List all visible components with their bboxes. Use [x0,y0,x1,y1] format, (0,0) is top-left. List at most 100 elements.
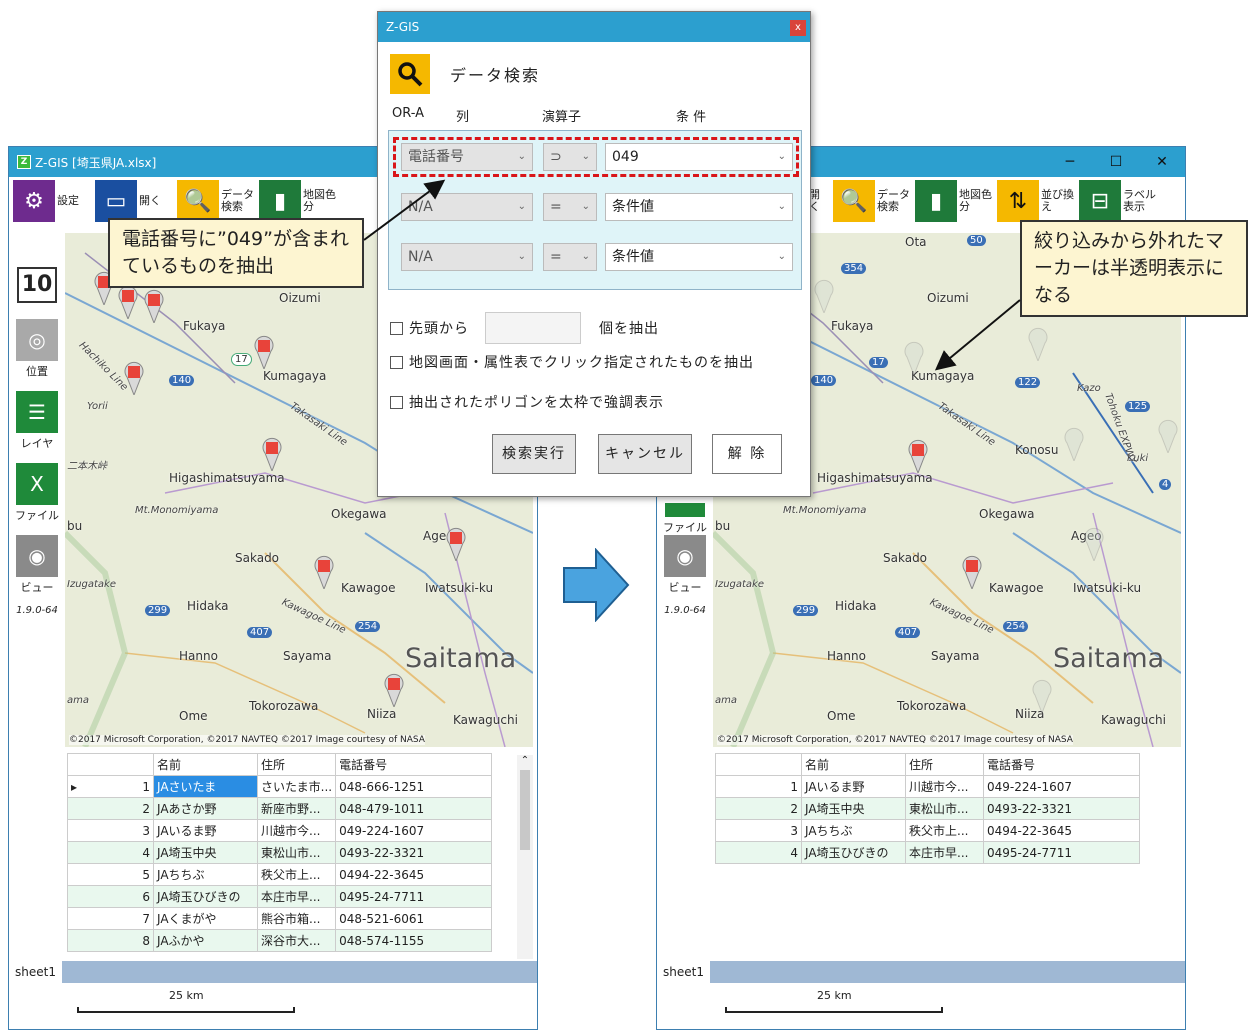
toolbar-open-button[interactable]: ▭ 開く [95,179,173,223]
table-row[interactable]: 2 JAあさか野 新座市野... 048-479-1011 [67,797,493,820]
condition3-operator-select[interactable]: = ⌄ [543,243,597,271]
map-marker[interactable] [253,335,275,369]
table-row[interactable]: 7 JAくまがや 熊谷市箱... 048-521-6061 [67,907,493,930]
map-marker-faded[interactable] [1063,427,1085,461]
condition1-value-input[interactable]: 049 ⌄ [605,143,793,171]
sidebar-item-file[interactable]: ファイル [663,503,707,535]
map-marker[interactable] [123,361,145,395]
map-marker[interactable] [961,555,983,589]
map-label: Konosu [1015,443,1059,457]
map-marker-faded[interactable] [813,279,835,313]
dialog-close-button[interactable]: x [790,20,806,36]
toolbar-label: データ検索 [877,188,910,213]
bold-frame-checkbox[interactable] [390,395,403,409]
condition3-value-input[interactable]: 条件値 ⌄ [605,243,793,271]
map-label: Higashimatsuyama [817,471,933,485]
from-top-count-input[interactable] [485,312,581,344]
click-select-checkbox[interactable] [390,355,403,369]
toolbar-settings-button[interactable]: ⚙ 設定 [13,179,91,223]
condition1-operator-select[interactable]: ⊃ ⌄ [543,143,597,171]
map-marker-faded[interactable] [1027,327,1049,361]
toolbar-color-button[interactable]: ▮ 地図色分 [259,179,337,223]
sidebar-label: ファイル [663,521,707,534]
table-corner [715,753,802,776]
road-shield: 140 [169,375,195,386]
zoom-level[interactable]: 10 [15,267,59,303]
map-label: 二本木峠 [67,461,107,472]
map-marker[interactable] [445,527,467,561]
map-label: Mt.Monomiyama [783,505,867,516]
bold-frame-option[interactable]: 抽出されたポリゴンを太枠で強調表示 [390,392,664,412]
table-row[interactable]: 5 JAちちぶ 秩父市上... 0494-22-3645 [67,863,493,886]
chevron-down-icon: ⌄ [517,201,526,212]
condition1-column-select[interactable]: 電話番号 ⌄ [401,143,533,171]
table-row[interactable]: 4 JA埼玉中央 東松山市... 0493-22-3321 [67,841,493,864]
table-row[interactable]: ▸ 1 JAさいたま さいたま市... 048-666-1251 [67,775,493,798]
scroll-up-icon[interactable]: ⌃ [517,755,533,766]
sheet-tab[interactable]: sheet1 [9,961,62,983]
sidebar-item-view[interactable]: ◉ ビュー [15,535,59,595]
toolbar-color-button[interactable]: ▮ 地図色分 [915,179,993,223]
sheet-tab[interactable]: sheet1 [657,961,710,983]
maximize-button[interactable]: ☐ [1093,147,1139,177]
condition2-column-select[interactable]: N/A ⌄ [401,193,533,221]
table-scrollbar[interactable]: ⌃ [517,755,533,959]
toolbar-search-button[interactable]: 🔍 データ検索 [833,179,911,223]
transition-arrow-icon [563,548,630,622]
condition2-operator-select[interactable]: = ⌄ [543,193,597,221]
map-label: Kawaguchi [453,713,518,727]
toolbar-label-button[interactable]: ⊟ ラベル表示 [1079,179,1157,223]
table-row[interactable]: 3 JAちちぶ 秩父市上... 0494-22-3645 [715,819,1140,842]
map-marker-faded[interactable] [1083,527,1105,561]
toolbar-search-button[interactable]: 🔍 データ検索 [177,179,255,223]
column-header-address[interactable]: 住所 [905,753,984,776]
label-icon: ⊟ [1079,180,1121,222]
table-row[interactable]: 6 JA埼玉ひびきの 本庄市早... 0495-24-7711 [67,885,493,908]
sidebar-item-view[interactable]: ◉ ビュー [663,535,707,595]
scale-label: 25 km [169,989,204,1002]
column-header-phone[interactable]: 電話番号 [335,753,493,776]
cancel-button[interactable]: キャンセル [598,434,692,474]
left-callout: 電話番号に”049”が含まれているものを抽出 [108,218,364,288]
minimize-button[interactable]: ─ [1047,147,1093,177]
column-header-address[interactable]: 住所 [256,753,337,776]
map-marker[interactable] [261,437,283,471]
map-marker[interactable] [313,555,335,589]
click-select-option[interactable]: 地図画面・属性表でクリック指定されたものを抽出 [390,352,754,372]
table-row[interactable]: 3 JAいるま野 川越市今... 049-224-1607 [67,819,493,842]
table-row[interactable]: 1 JAいるま野 川越市今... 049-224-1607 [715,775,1140,798]
run-search-button[interactable]: 検索実行 [492,434,576,474]
map-label: Sayama [283,649,332,663]
column-header-name[interactable]: 名前 [801,753,906,776]
column-header-phone[interactable]: 電話番号 [983,753,1140,776]
map-marker[interactable] [383,673,405,707]
clear-button[interactable]: 解 除 [712,434,782,474]
toolbar-label: 設定 [57,194,79,207]
from-top-label: 先頭から [409,321,469,337]
condition2-value-input[interactable]: 条件値 ⌄ [605,193,793,221]
sidebar-item-position[interactable]: ◎ 位置 [15,319,59,379]
condition3-column-select[interactable]: N/A ⌄ [401,243,533,271]
right-attribute-table: 名前 住所 電話番号 1 JAいるま野 川越市今... 049-224-1607 2J… [715,753,1145,864]
column-header-name[interactable]: 名前 [153,753,258,776]
close-button[interactable]: ✕ [1139,147,1185,177]
table-row[interactable]: 8 JAふかや 深谷市大... 048-574-1155 [67,929,493,952]
table-row[interactable]: 4 JA埼玉ひびきの 本庄市早... 0495-24-7711 [715,841,1140,864]
map-marker-faded[interactable] [1031,679,1053,713]
map-marker[interactable] [907,439,929,473]
table-row[interactable]: 2 JA埼玉中央 東松山市... 0493-22-3321 [715,797,1140,820]
sidebar-item-file[interactable]: X ファイル [15,463,59,523]
from-top-checkbox[interactable] [390,321,403,335]
map-marker[interactable] [143,289,165,323]
map-marker-faded[interactable] [903,341,925,375]
from-top-suffix: 個を抽出 [599,321,659,337]
map-label: Saitama [1053,643,1165,674]
map-label: Higashimatsuyama [169,471,285,485]
from-top-option[interactable]: 先頭から 個を抽出 [390,312,659,344]
toolbar-sort-button[interactable]: ⇅ 並び換え [997,179,1075,223]
sidebar-item-layer[interactable]: ☰ レイヤ [15,391,59,451]
map-marker[interactable] [117,285,139,319]
map-marker-faded[interactable] [1157,419,1179,453]
sheet-tab-bar: sheet1 [9,961,537,983]
scroll-thumb[interactable] [520,770,530,850]
